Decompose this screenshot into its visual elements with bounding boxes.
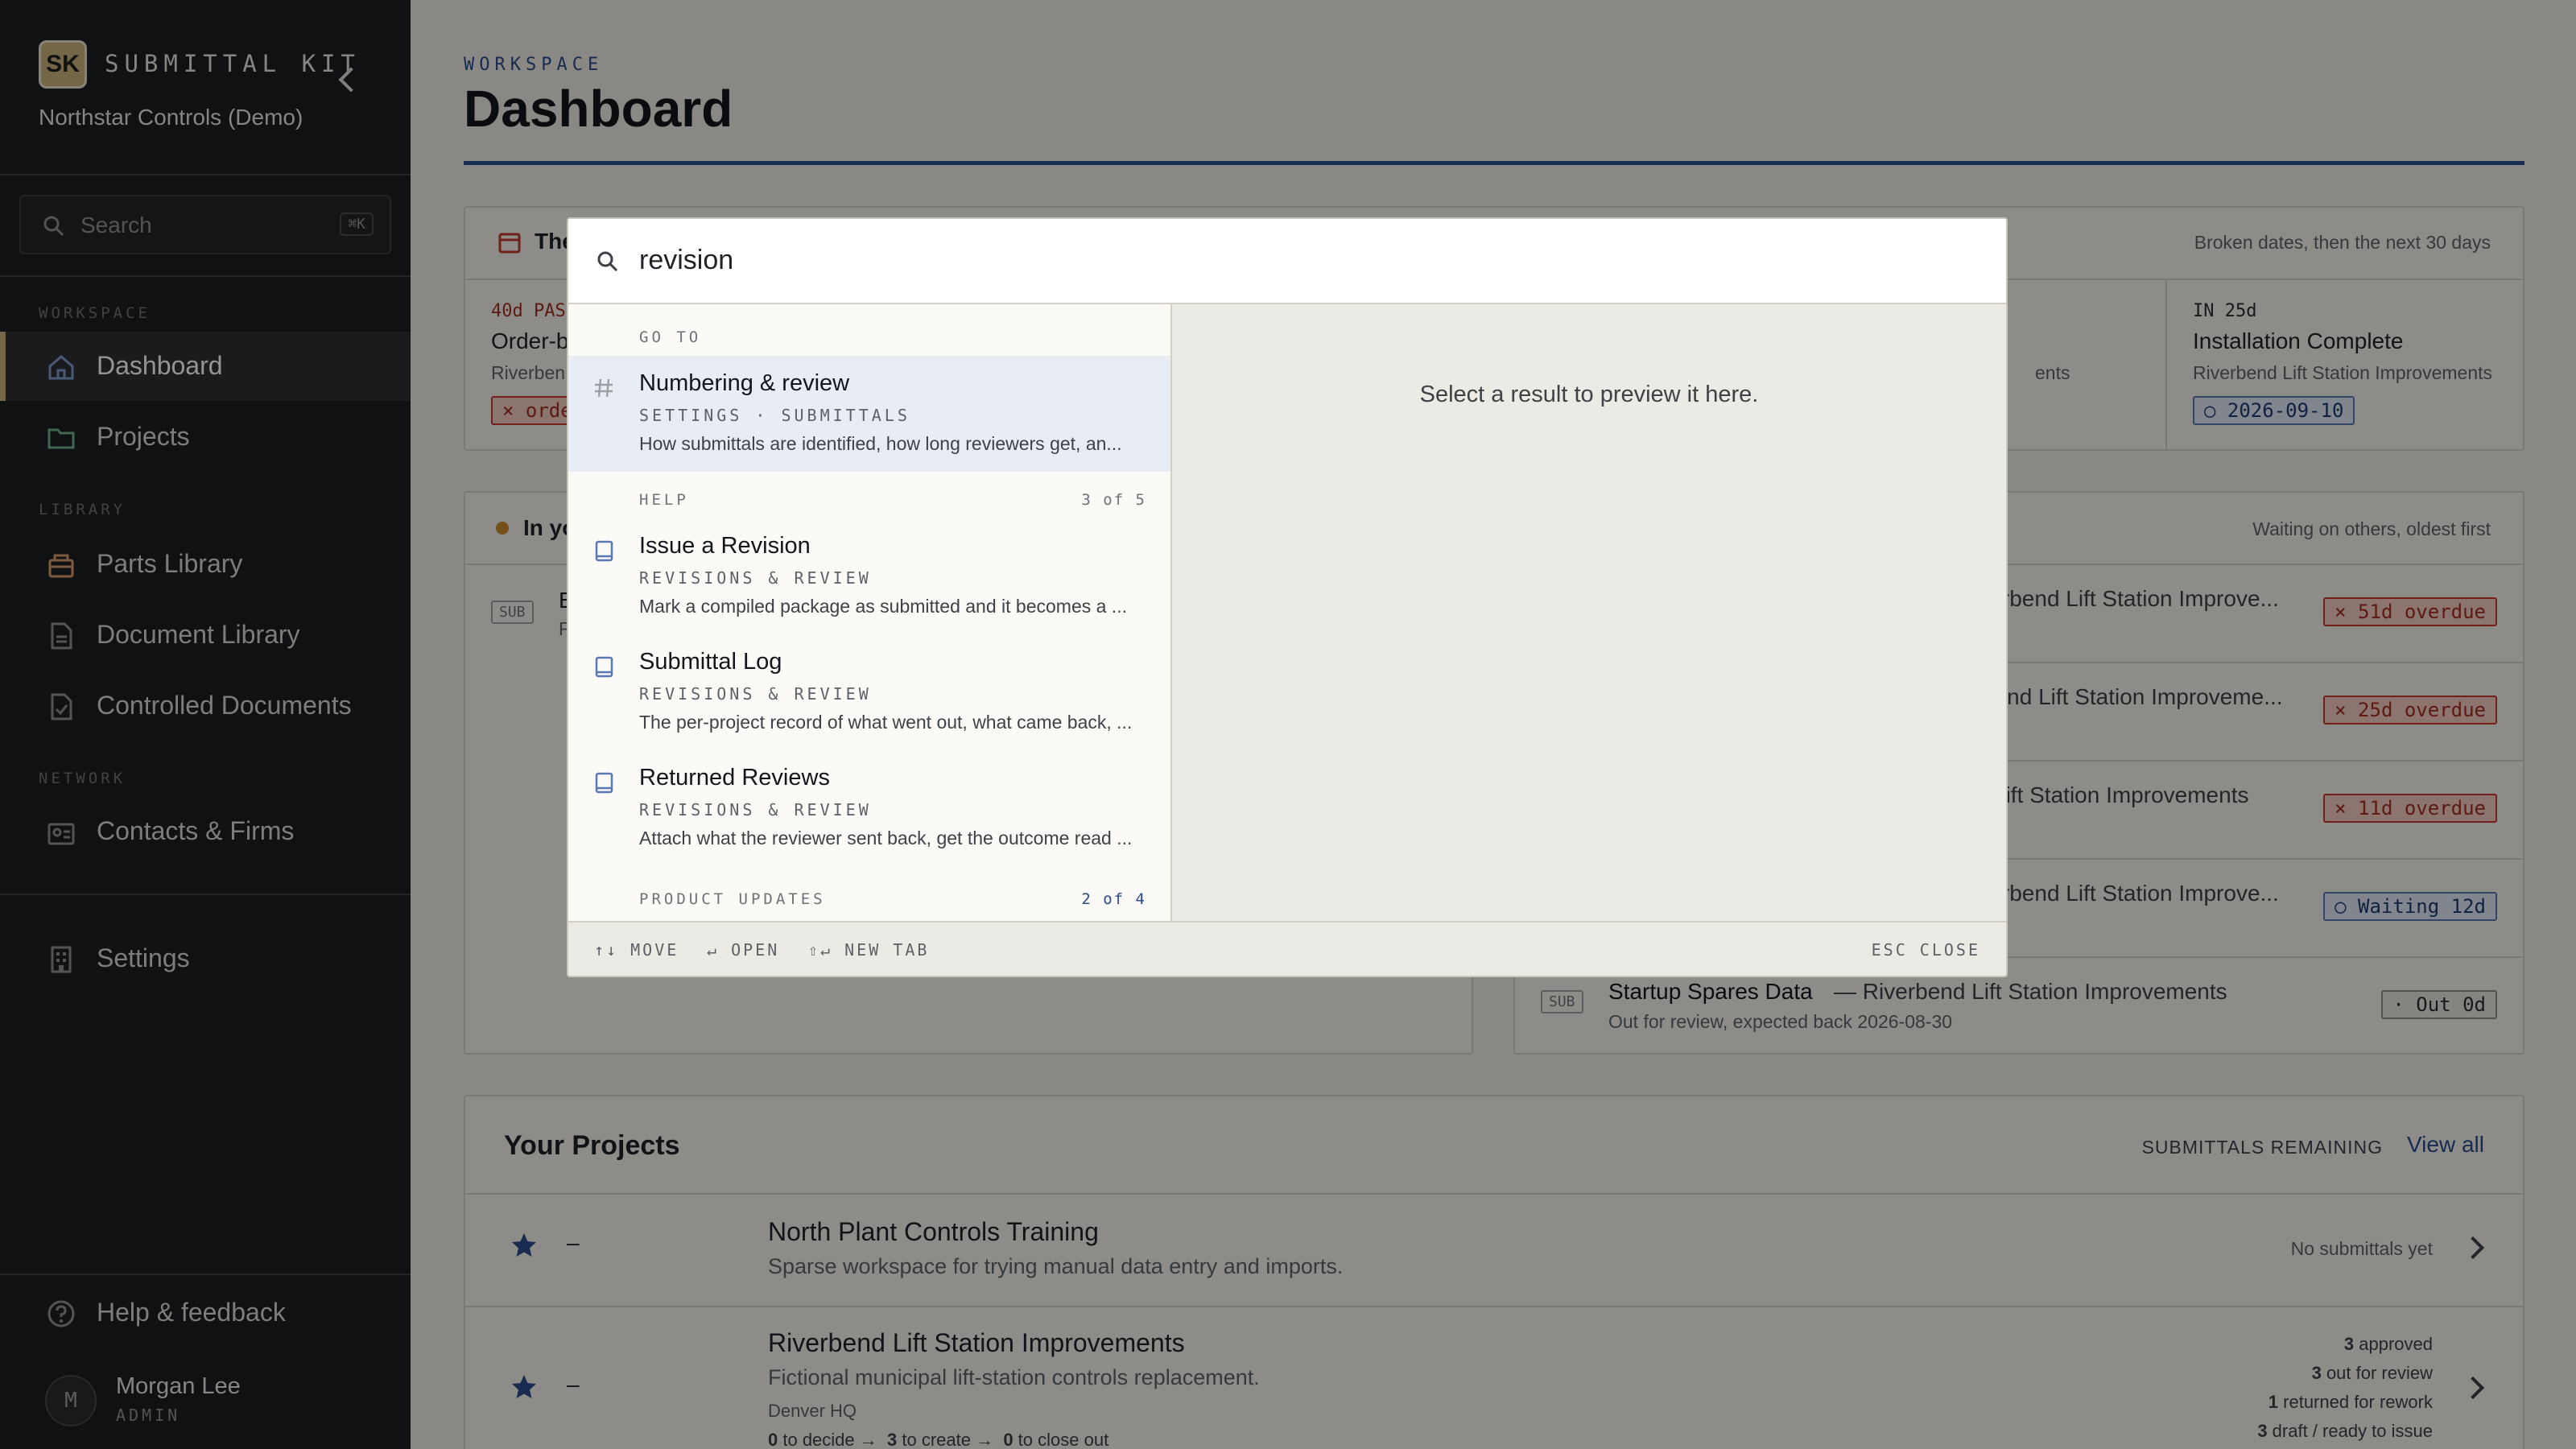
palette-footer: ↑↓ MOVE ↵ OPEN ⇧↵ NEW TAB ESC CLOSE (568, 921, 2006, 976)
results-list: GO TO Numbering & review SETTINGS · SUBM… (568, 304, 1172, 924)
result-title: Returned Reviews (639, 765, 830, 791)
result-desc: The per-project record of what went out,… (639, 712, 1133, 733)
palette-query[interactable]: revision (639, 245, 733, 276)
result-item[interactable]: Submittal Log REVISIONS & REVIEW The per… (568, 634, 1170, 750)
result-crumb: REVISIONS & REVIEW (639, 684, 872, 704)
book-icon (595, 540, 613, 562)
result-item[interactable]: Issue a Revision REVISIONS & REVIEW Mark… (568, 518, 1170, 634)
group-help: HELP (639, 491, 689, 509)
command-palette: revision GO TO Numbering & review SETTIN… (567, 217, 2008, 977)
result-crumb: REVISIONS & REVIEW (639, 568, 872, 588)
group-updates-count[interactable]: 2 of 4 (1081, 890, 1146, 908)
hint-open: ↵ OPEN (707, 940, 780, 960)
hint-move: ↑↓ MOVE (594, 940, 679, 960)
hint-new-tab: ⇧↵ NEW TAB (808, 940, 930, 960)
book-icon (595, 656, 613, 678)
preview-pane: Select a result to preview it here. (1172, 304, 2006, 924)
close-hint[interactable]: ESC CLOSE (1872, 940, 1980, 960)
hash-icon (595, 378, 613, 398)
result-desc: Mark a compiled package as submitted and… (639, 596, 1127, 617)
search-icon (597, 251, 618, 272)
result-title: Submittal Log (639, 649, 782, 675)
preview-hint: Select a result to preview it here. (1419, 382, 1759, 407)
group-goto: GO TO (639, 328, 702, 346)
result-item[interactable]: Numbering & review SETTINGS · SUBMITTALS… (568, 356, 1170, 472)
book-icon (595, 772, 613, 794)
result-crumb: SETTINGS · SUBMITTALS (639, 406, 910, 425)
result-desc: How submittals are identified, how long … (639, 433, 1122, 454)
result-title: Numbering & review (639, 370, 850, 396)
result-desc: Attach what the reviewer sent back, get … (639, 828, 1133, 848)
result-crumb: REVISIONS & REVIEW (639, 800, 872, 819)
group-help-count: 3 of 5 (1081, 491, 1146, 509)
result-item[interactable]: Returned Reviews REVISIONS & REVIEW Atta… (568, 750, 1170, 866)
result-title: Issue a Revision (639, 533, 811, 559)
group-product-updates: PRODUCT UPDATES (639, 890, 826, 908)
palette-search[interactable]: revision (568, 219, 2006, 304)
